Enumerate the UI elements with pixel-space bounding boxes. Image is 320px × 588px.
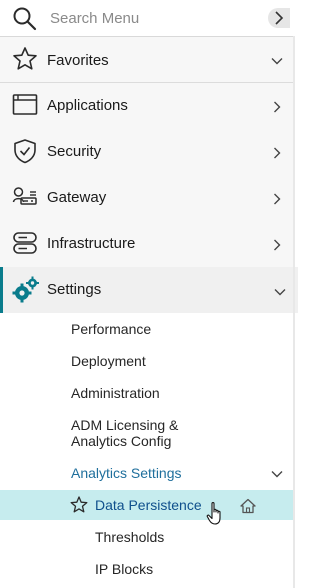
menu-item-performance[interactable]: Performance: [71, 321, 151, 337]
menu-item-deployment[interactable]: Deployment: [71, 353, 146, 369]
hand-cursor-icon: [206, 501, 226, 527]
shield-check-icon: [12, 138, 38, 164]
search-input[interactable]: [50, 7, 260, 29]
nav-item-applications[interactable]: Applications: [0, 83, 295, 129]
nav-label-security: Security: [47, 143, 102, 160]
nav-label-applications: Applications: [47, 97, 128, 114]
gateway-icon: [12, 184, 38, 210]
search-bar: [0, 0, 295, 37]
menu-item-thresholds[interactable]: Thresholds: [95, 529, 164, 545]
chevron-down-icon: [274, 285, 286, 297]
nav-item-favorites[interactable]: Favorites: [0, 37, 295, 83]
nav-label-settings: Settings: [47, 281, 102, 298]
menu-item-data-persistence-label: Data Persistence: [95, 497, 202, 513]
window-icon: [12, 92, 38, 118]
menu-item-adm-licensing[interactable]: ADM Licensing & Analytics Config: [71, 417, 178, 449]
gears-icon: [12, 276, 39, 303]
chevron-right-icon: [275, 11, 284, 25]
menu-item-data-persistence[interactable]: Data Persistence: [0, 490, 293, 525]
scrollbar[interactable]: [293, 36, 295, 588]
nav-item-security[interactable]: Security: [0, 129, 295, 175]
nav-label-favorites: Favorites: [47, 52, 109, 69]
nav-item-gateway[interactable]: Gateway: [0, 175, 295, 221]
nav-label-infrastructure: Infrastructure: [47, 235, 136, 252]
search-go-button[interactable]: [268, 8, 290, 28]
chevron-right-icon: [271, 238, 283, 251]
search-icon: [12, 6, 38, 32]
nav-item-infrastructure[interactable]: Infrastructure: [0, 221, 295, 267]
star-icon[interactable]: [70, 496, 88, 514]
chevron-right-icon: [271, 192, 283, 205]
home-icon[interactable]: [240, 498, 256, 514]
nav-label-gateway: Gateway: [47, 189, 107, 206]
star-icon: [12, 46, 38, 72]
menu-item-administration[interactable]: Administration: [71, 385, 160, 401]
menu-item-adm-licensing-line1: ADM Licensing &: [71, 417, 179, 433]
menu-item-adm-licensing-line2: Analytics Config: [71, 433, 172, 449]
chevron-down-icon: [271, 54, 283, 66]
menu-item-analytics-settings[interactable]: Analytics Settings: [71, 465, 182, 481]
server-icon: [12, 230, 38, 256]
menu-item-ip-blocks[interactable]: IP Blocks: [95, 561, 153, 577]
chevron-right-icon: [271, 146, 283, 159]
chevron-right-icon: [271, 100, 283, 113]
chevron-down-icon[interactable]: [271, 467, 283, 479]
nav-item-settings[interactable]: Settings: [0, 267, 298, 313]
